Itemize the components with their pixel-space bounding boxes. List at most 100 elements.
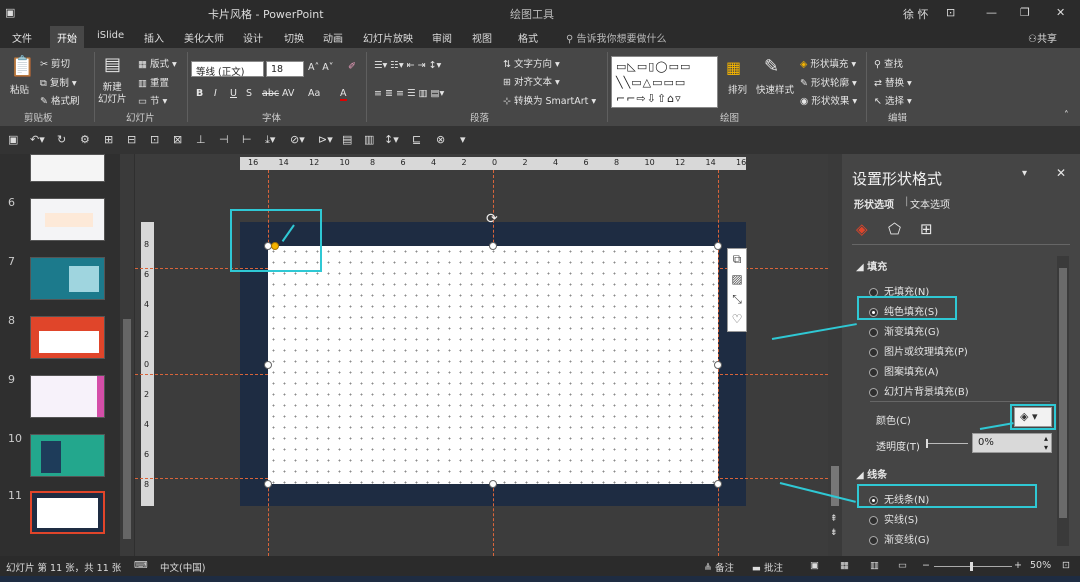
tab-view[interactable]: 视图 [472,30,492,45]
align-buttons[interactable]: ≡ ≣ ≡ ☰ ▥ ▤▾ [374,88,444,99]
zoom-level[interactable]: 50% [1030,560,1051,571]
list-buttons[interactable]: ☰▾ ☷▾ ⇤ ⇥ ↕▾ [374,60,441,71]
font-name-select[interactable]: 等线 (正文) [191,61,264,78]
layout-options-icon[interactable]: ⧉ [728,249,746,269]
resize-handle[interactable] [489,480,497,488]
tool-icon[interactable]: ⤓▾ [265,133,275,147]
customize-qat-icon[interactable]: ▾ [460,133,466,146]
language-indicator[interactable]: 中文(中国) [160,560,205,574]
quick-styles-button[interactable]: 快速样式 [756,82,794,96]
collapse-ribbon-icon[interactable]: ˄ [1064,110,1069,121]
tab-animations[interactable]: 动画 [323,30,343,45]
fill-option-slide-bg[interactable]: 幻灯片背景填充(B) [869,383,969,398]
pane-scrollbar[interactable] [1057,256,1069,546]
tool-icon[interactable]: ⊠ [173,133,182,146]
shape-fill-button[interactable]: ◈ 形状填充 ▾ [800,56,856,70]
reset-button[interactable]: ▥ 重置 [138,75,169,89]
slider-thumb[interactable] [970,562,973,571]
tool-icon[interactable]: ⊣ [219,133,229,146]
slide-thumbnail-7[interactable] [30,257,105,300]
underline-button[interactable]: U [230,88,237,99]
crop-icon[interactable]: ⤡ [728,289,746,309]
slideshow-icon[interactable]: ▭ [898,560,907,571]
select-button[interactable]: ↖ 选择 ▾ [874,93,912,107]
font-size-select[interactable]: 18 [266,61,304,77]
char-spacing-button[interactable]: AV [282,88,294,99]
copy-button[interactable]: ⧉ 复制 ▾ [40,75,77,89]
paste-icon[interactable]: 📋 [10,54,35,78]
tool-icon[interactable]: ⚙ [80,133,90,146]
section-button[interactable]: ▭ 节 ▾ [138,93,167,107]
arrange-icon[interactable]: ▦ [726,58,741,77]
font-color-button[interactable]: A [340,88,347,101]
font-grow-shrink[interactable]: A˄ A˅ [308,62,334,73]
thumbnail-scrollbar[interactable] [120,154,134,556]
shapes-gallery[interactable]: ▭◺▭▯◯▭▭ ╲╲▭△▭▭▭ ⌐⌐⇨⇩⇧⌂▿ [611,56,718,108]
quick-styles-icon[interactable]: ✎ [764,56,779,77]
resize-handle[interactable] [264,480,272,488]
comments-button[interactable]: ▬ 批注 [752,560,783,574]
tool-icon[interactable]: ⊑ [412,133,421,146]
layout-button[interactable]: ▦ 版式 ▾ [138,56,177,70]
line-section-header[interactable]: ◢ 线条 [856,466,887,481]
shape-outline-button[interactable]: ✎ 形状轮廓 ▾ [800,75,857,89]
tool-icon[interactable]: ⊗ [436,133,445,146]
tab-text-options[interactable]: 文本选项 [910,196,950,211]
resize-handle[interactable] [489,242,497,250]
smartart-button[interactable]: ⊹ 转换为 SmartArt ▾ [503,93,596,107]
slide-thumbnail-9[interactable] [30,375,105,418]
slide-thumbnail-8[interactable] [30,316,105,359]
user-name[interactable]: 徐 怀 [903,6,929,22]
tool-icon[interactable]: ⊳▾ [318,133,333,146]
find-button[interactable]: ⚲ 查找 [874,56,903,70]
fit-slide-icon[interactable]: ⊡ [1062,560,1070,571]
paste-button[interactable]: 粘贴 [10,82,29,96]
tell-me-search[interactable]: ⚲ 告诉我你想要做什么 [566,30,667,45]
tab-review[interactable]: 审阅 [432,30,452,45]
tab-meihua[interactable]: 美化大师 [184,30,224,45]
spinner-icon[interactable]: ▴ ▾ [1044,434,1048,452]
fill-option-gradient[interactable]: 渐变填充(G) [869,323,940,338]
slide-thumbnail[interactable] [30,154,105,182]
tool-icon[interactable]: ⊢ [242,133,252,146]
ribbon-display-icon[interactable]: ⊡ [946,6,955,19]
fill-option-picture[interactable]: 图片或纹理填充(P) [869,343,968,358]
tool-icon[interactable]: ⊥ [196,133,206,146]
tab-transitions[interactable]: 切换 [284,30,304,45]
tool-icon[interactable]: ⊘▾ [290,133,305,146]
restore-icon[interactable]: ❐ [1020,6,1030,19]
minimize-icon[interactable]: — [986,6,997,19]
text-direction-button[interactable]: ⇅ 文字方向 ▾ [503,56,560,70]
prev-slide-icon[interactable]: ⇞ [830,514,838,524]
heart-icon[interactable]: ♡ [728,309,746,329]
tab-format[interactable]: 格式 [518,30,538,45]
slide-thumbnail-10[interactable] [30,434,105,477]
resize-handle[interactable] [264,361,272,369]
tab-insert[interactable]: 插入 [144,30,164,45]
redo-icon[interactable]: ↻ [57,133,66,146]
cut-button[interactable]: ✂ 剪切 [40,56,70,70]
tool-icon[interactable]: ▥ [364,133,374,146]
save-icon[interactable]: ▣ [8,133,18,146]
selected-shape[interactable] [268,246,718,484]
shadow-button[interactable]: S [246,88,252,99]
tab-file[interactable]: 文件 [12,30,32,45]
arrange-button[interactable]: 排列 [728,82,747,96]
align-text-button[interactable]: ⊞ 对齐文本 ▾ [503,74,560,88]
clear-format-icon[interactable]: ✐ [348,61,356,72]
slide-thumbnail-11[interactable] [30,491,105,534]
next-slide-icon[interactable]: ⇟ [830,528,838,538]
scroll-thumb[interactable] [123,319,131,539]
tool-icon[interactable]: ▤ [342,133,352,146]
fill-line-icon[interactable]: ◈ [856,220,868,238]
tab-islide[interactable]: iSlide [97,30,124,41]
new-slide-button[interactable]: 新建 幻灯片 [98,82,127,106]
resize-handle[interactable] [714,361,722,369]
tool-icon[interactable]: ⊞ [104,133,113,146]
share-button[interactable]: ⚇共享 [1028,30,1057,45]
transparency-input[interactable]: 0% ▴ ▾ [972,433,1052,453]
size-properties-icon[interactable]: ⊞ [920,220,933,238]
tool-icon[interactable]: ⊡ [150,133,159,146]
bold-button[interactable]: B [196,88,203,99]
line-option-gradient[interactable]: 渐变线(G) [869,531,930,546]
